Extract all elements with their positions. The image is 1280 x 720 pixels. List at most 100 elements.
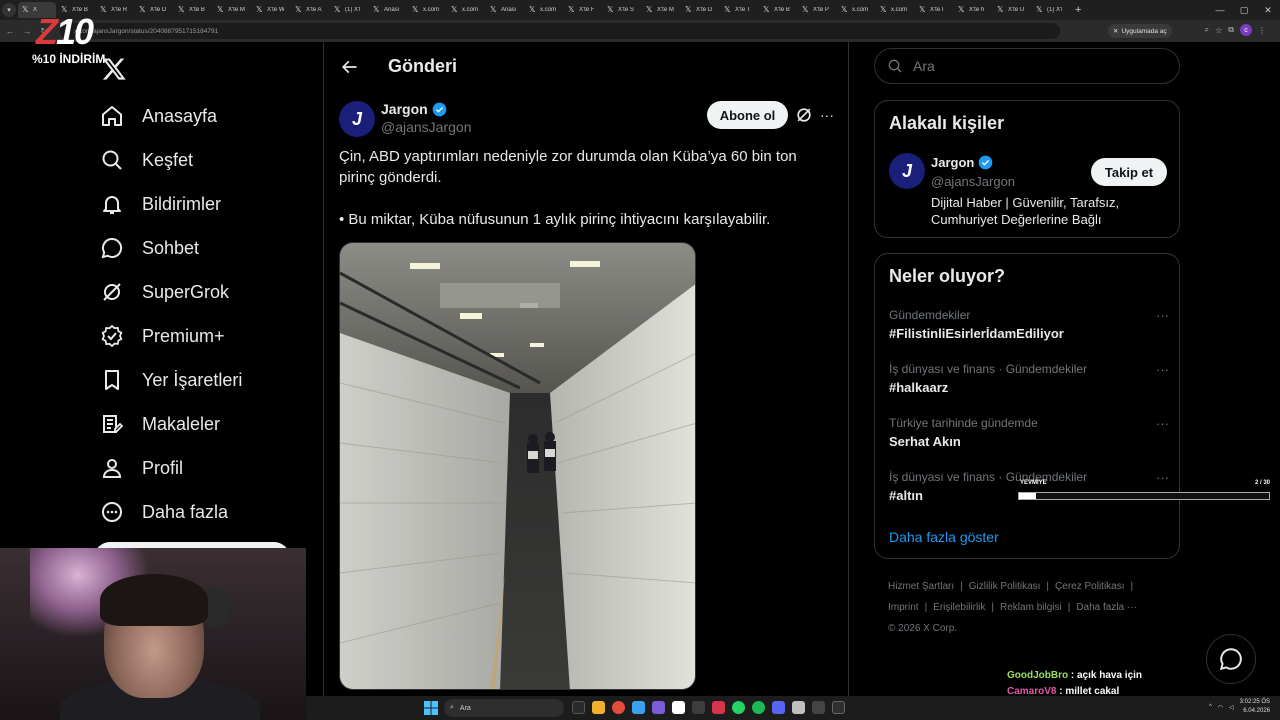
footer-separator: | xyxy=(960,581,963,592)
browser-tab[interactable]: 𝕏 X'te D xyxy=(681,2,719,18)
sidebar-item-premium-[interactable]: Premium+ xyxy=(100,314,242,358)
network-icon[interactable]: ◠ xyxy=(1218,704,1223,711)
messages-button[interactable] xyxy=(1206,634,1256,684)
browser-tab[interactable]: 𝕏 X'te M xyxy=(213,2,251,18)
footer-link[interactable]: Daha fazla ··· xyxy=(1076,602,1137,613)
taskbar-app-icon[interactable] xyxy=(692,701,705,714)
profile-avatar[interactable]: c xyxy=(1240,24,1252,36)
open-in-app-button[interactable]: ✕ Uygulamada aç xyxy=(1108,24,1172,38)
browser-tab[interactable]: 𝕏 X'te D xyxy=(135,2,173,18)
tab-menu-button[interactable]: ▾ xyxy=(2,3,16,17)
back-button[interactable] xyxy=(338,56,360,78)
tray-chevron-icon[interactable]: ^ xyxy=(1209,704,1212,710)
browser-tab[interactable]: 𝕏 X'te A xyxy=(291,2,329,18)
browser-tab[interactable]: 𝕏 X'te h xyxy=(954,2,992,18)
browser-tab[interactable]: 𝕏 X'te T xyxy=(720,2,758,18)
footer-link[interactable]: Reklam bilgisi xyxy=(1000,602,1062,613)
related-name[interactable]: Jargon xyxy=(931,155,974,170)
taskbar-app-icon[interactable] xyxy=(712,701,725,714)
browser-tab[interactable]: 𝕏 (1) X'l xyxy=(330,2,368,18)
clock[interactable]: 3:02:25 ÖS 6.04.2026 xyxy=(1240,698,1270,716)
browser-tab[interactable]: 𝕏x.com xyxy=(837,2,875,18)
taskbar-app-icon[interactable] xyxy=(812,701,825,714)
footer-link[interactable]: Çerez Politikası xyxy=(1055,581,1124,592)
browser-tab[interactable]: 𝕏 X'te B xyxy=(759,2,797,18)
sidebar-item-anasayfa[interactable]: Anasayfa xyxy=(100,94,242,138)
browser-tab[interactable]: 𝕏 X'te M xyxy=(642,2,680,18)
back-nav-icon[interactable]: ← xyxy=(3,26,17,36)
trend-more-icon[interactable]: ··· xyxy=(1156,308,1169,323)
search-input[interactable]: Ara xyxy=(874,48,1180,84)
show-more-link[interactable]: Daha fazla göster xyxy=(889,529,999,545)
new-tab-button[interactable]: + xyxy=(1075,4,1081,16)
sidebar-nav: Anasayfa Keşfet Bildirimler Sohbet SuperGrok… xyxy=(100,94,242,534)
browser-tab[interactable]: 𝕏 X'te I xyxy=(915,2,953,18)
trend-more-icon[interactable]: ··· xyxy=(1156,362,1169,377)
taskbar-app-icon[interactable] xyxy=(572,701,585,714)
x-logo-icon[interactable] xyxy=(101,56,127,82)
volume-icon[interactable]: ◁ xyxy=(1229,704,1234,711)
taskbar-app-icon[interactable] xyxy=(792,701,805,714)
browser-tab[interactable]: 𝕏 X'te B xyxy=(174,2,212,18)
taskbar-app-icon[interactable] xyxy=(592,701,605,714)
sidebar-item-daha-fazla[interactable]: Daha fazla xyxy=(100,490,242,534)
sidebar-item-yer-i-şaretleri[interactable]: Yer İşaretleri xyxy=(100,358,242,402)
taskbar-search[interactable]: ⌕ Ara xyxy=(444,699,564,717)
close-icon[interactable]: ✕ xyxy=(1256,0,1280,20)
tweet-image[interactable] xyxy=(339,242,696,690)
trend-item[interactable]: İş dünyası ve finans · Gündemdekiler #hal… xyxy=(889,362,1169,406)
trend-item[interactable]: Gündemdekiler #FilistinliEsirlerİdamEdili… xyxy=(889,308,1169,352)
taskbar-app-icon[interactable] xyxy=(732,701,745,714)
browser-tab[interactable]: 𝕏 X'te P xyxy=(798,2,836,18)
tab-title: X'te U xyxy=(1008,7,1025,13)
sidebar-item-keşfet[interactable]: Keşfet xyxy=(100,138,242,182)
browser-tab[interactable]: 𝕏 X'te S xyxy=(603,2,641,18)
browser-tab[interactable]: 𝕏x.com xyxy=(447,2,485,18)
maximize-icon[interactable]: ▢ xyxy=(1232,0,1256,20)
forward-nav-icon[interactable]: → xyxy=(20,26,34,36)
taskbar-app-icon[interactable] xyxy=(612,701,625,714)
browser-tab[interactable]: 𝕏 X'te W xyxy=(252,2,290,18)
author-avatar[interactable]: J xyxy=(339,101,375,137)
browser-tab[interactable]: 𝕏 Anasi xyxy=(369,2,407,18)
author-name[interactable]: Jargon xyxy=(381,101,428,117)
sidebar-item-sohbet[interactable]: Sohbet xyxy=(100,226,242,270)
more-options-icon[interactable]: ··· xyxy=(818,105,836,125)
taskbar-app-icon[interactable] xyxy=(632,701,645,714)
taskbar-app-icon[interactable] xyxy=(672,701,685,714)
browser-tab[interactable]: 𝕏 X'te F xyxy=(564,2,602,18)
footer-link[interactable]: Imprint xyxy=(888,602,919,613)
sidebar-item-supergrok[interactable]: SuperGrok xyxy=(100,270,242,314)
address-bar[interactable]: x.com/ajansJargon/status/204088795171518… xyxy=(60,23,1060,39)
sidebar-item-makaleler[interactable]: Makaleler xyxy=(100,402,242,446)
taskbar-app-icon[interactable] xyxy=(752,701,765,714)
browser-menu-icon[interactable]: ⋮ xyxy=(1258,26,1266,35)
browser-tab[interactable]: 𝕏 X'te U xyxy=(993,2,1031,18)
browser-tab[interactable]: 𝕏x.com xyxy=(876,2,914,18)
subscribe-button[interactable]: Abone ol xyxy=(707,101,788,129)
zoom-icon[interactable]: ⌕ xyxy=(1205,25,1209,35)
related-avatar[interactable]: J xyxy=(889,153,925,189)
browser-tab[interactable]: 𝕏x.com xyxy=(408,2,446,18)
sidebar-item-profil[interactable]: Profil xyxy=(100,446,242,490)
footer-link[interactable]: Erişilebilirlik xyxy=(933,602,985,613)
star-icon[interactable]: ☆ xyxy=(1215,26,1222,35)
sidebar-item-bildirimler[interactable]: Bildirimler xyxy=(100,182,242,226)
browser-tab[interactable]: 𝕏 (1) X'l xyxy=(1032,2,1070,18)
grok-icon[interactable] xyxy=(794,105,814,125)
taskbar-app-icon[interactable] xyxy=(652,701,665,714)
author-handle[interactable]: @ajansJargon xyxy=(381,119,472,135)
footer-link[interactable]: Hizmet Şartları xyxy=(888,581,954,592)
taskbar-app-icon[interactable] xyxy=(772,701,785,714)
trend-more-icon[interactable]: ··· xyxy=(1156,416,1169,431)
browser-tab[interactable]: 𝕏 Anasi xyxy=(486,2,524,18)
browser-tab[interactable]: 𝕏x.com xyxy=(525,2,563,18)
extensions-icon[interactable]: ⧉ xyxy=(1228,25,1234,35)
follow-button[interactable]: Takip et xyxy=(1091,158,1167,186)
trend-item[interactable]: Türkiye tarihinde gündemde Serhat Akın ··· xyxy=(889,416,1169,460)
related-handle[interactable]: @ajansJargon xyxy=(931,174,1015,189)
minimize-icon[interactable]: — xyxy=(1208,0,1232,20)
taskbar-app-icon[interactable] xyxy=(832,701,845,714)
windows-start-icon[interactable] xyxy=(424,701,438,715)
footer-link[interactable]: Gizlilik Politikası xyxy=(969,581,1041,592)
